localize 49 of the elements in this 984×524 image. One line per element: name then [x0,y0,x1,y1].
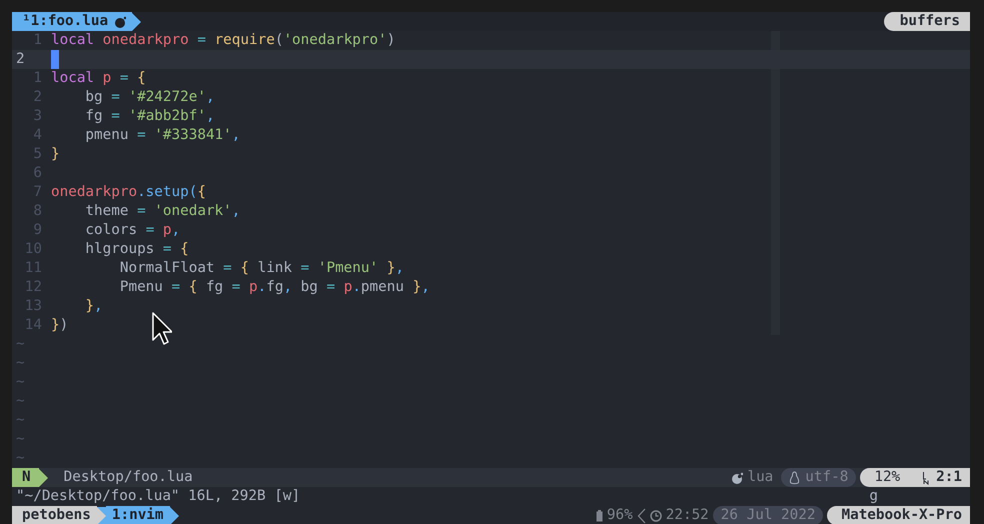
date: 26 Jul 2022 [712,506,824,524]
code-line: theme = 'onedark', [84,202,240,221]
code-line: }) [51,316,68,335]
line-number-icon [922,470,930,484]
code-line: NormalFloat = { link = 'Pmenu' }, [118,259,404,278]
file-path: Desktop/foo.lua [64,468,193,487]
chevron-left-icon [636,508,646,524]
penguin-icon [789,470,800,484]
host-name: Matebook-X-Pro [827,506,970,524]
cursor-position: 2:1 [936,468,962,487]
separator-arrow [38,468,48,486]
session-name: petobens [12,506,97,524]
clock-icon [650,510,662,522]
moon-icon [731,472,744,484]
battery-icon [596,510,603,522]
code-line: } [51,145,60,164]
empty-line-marker: ~ [15,354,25,373]
filetype: lua [747,468,774,487]
separator-arrow [132,12,142,30]
pending-command: g [869,487,878,506]
separator-arrow [170,506,179,524]
empty-line-marker: ~ [15,411,25,430]
code-line: hlgroups = { [84,240,189,259]
empty-line-marker: ~ [15,335,25,354]
code-line: colors = p, [84,221,180,240]
empty-line-marker: ~ [15,392,25,411]
code-line: local onedarkpro = require('onedarkpro') [51,31,396,50]
scroll-percent: 12% [874,468,900,487]
code-line: local p = { [51,69,146,88]
clock-time: 22:52 [666,506,709,524]
code-line: Pmenu = { fg = p.fg, bg = p.pmenu }, [118,278,430,297]
tmux-window[interactable]: 1:nvim [106,506,170,524]
mode-indicator: N [12,468,39,487]
code-line: fg = '#abb2bf', [84,107,215,126]
mouse-pointer-icon [152,312,172,346]
battery-level: 96% [606,506,633,524]
buffers-label: buffers [884,12,970,31]
command-message: "~/Desktop/foo.lua" 16L, 292B [w] [15,487,300,506]
code-line: bg = '#24272e', [84,88,215,107]
code-line: onedarkpro.setup({ [51,183,206,202]
code-line: }, [84,297,103,316]
moon-icon [114,16,126,28]
tab[interactable]: ¹1:foo.lua [12,12,132,31]
empty-line-marker: ~ [15,430,25,449]
empty-line-marker: ~ [15,373,25,392]
code-line: pmenu = '#333841', [84,126,240,145]
encoding: utf-8 [805,468,848,487]
empty-line-marker: ~ [15,449,25,468]
line-number: 2 [15,50,26,69]
